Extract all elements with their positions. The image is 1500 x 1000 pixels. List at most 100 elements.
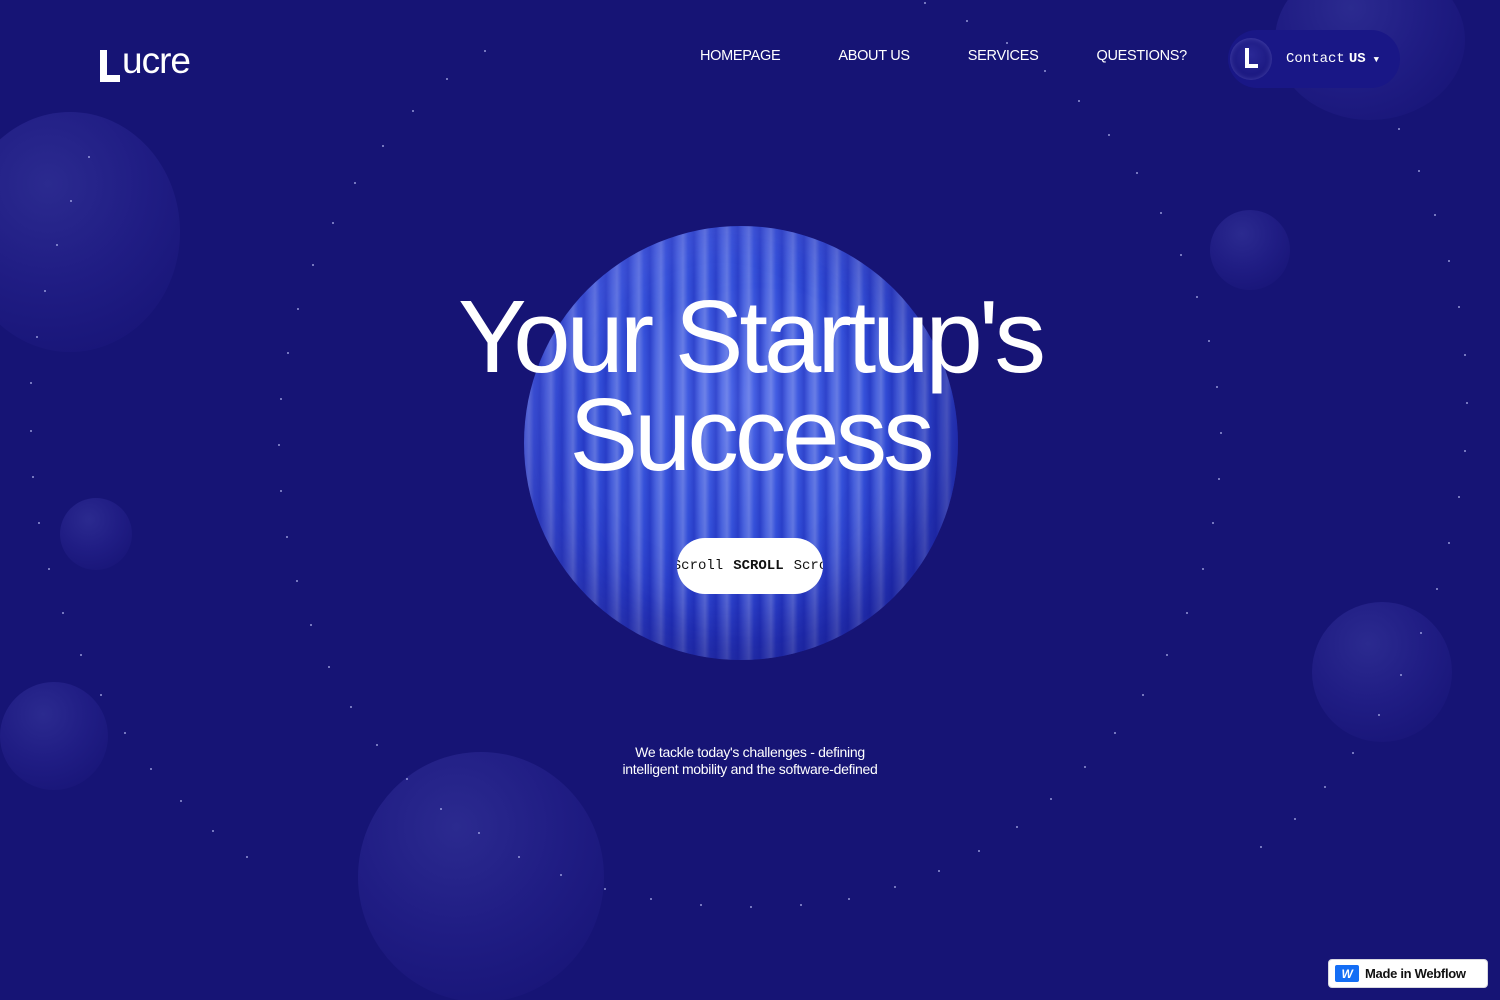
star (1400, 674, 1402, 676)
star (412, 110, 414, 112)
contact-us-button[interactable]: Contact US ▼ (1228, 30, 1400, 88)
made-in-webflow-badge[interactable]: W Made in Webflow (1328, 959, 1488, 988)
star (800, 904, 802, 906)
star (978, 850, 980, 852)
star (478, 832, 480, 834)
brand-logo[interactable]: ucre (100, 40, 191, 82)
star (1186, 612, 1188, 614)
star (1324, 786, 1326, 788)
star (350, 706, 352, 708)
star (1378, 714, 1380, 716)
hero-tagline: We tackle today's challenges - defining … (0, 744, 1500, 778)
star (560, 874, 562, 876)
logo-mark-icon (100, 50, 120, 82)
star (1180, 254, 1182, 256)
star (328, 666, 330, 668)
star (1016, 826, 1018, 828)
background-sphere (1312, 602, 1452, 742)
star (1294, 818, 1296, 820)
star (848, 898, 850, 900)
star (966, 20, 968, 22)
contact-label: Contact US ▼ (1286, 51, 1379, 67)
star (650, 898, 652, 900)
star (1142, 694, 1144, 696)
star (406, 778, 408, 780)
star (38, 522, 40, 524)
scroll-button[interactable]: Scroll SCROLL Scro (677, 538, 823, 594)
nav-about-us[interactable]: ABOUT US (838, 48, 910, 64)
scroll-text-bold: SCROLL (733, 558, 784, 574)
scroll-text: Scroll (677, 558, 724, 574)
star (1448, 260, 1450, 262)
star (280, 490, 282, 492)
star (700, 904, 702, 906)
avatar (1230, 38, 1272, 80)
star (382, 145, 384, 147)
star (1212, 522, 1214, 524)
webflow-icon: W (1335, 965, 1359, 982)
star (1420, 632, 1422, 634)
scroll-text: Scro (793, 558, 823, 574)
star (48, 568, 50, 570)
star (1260, 846, 1262, 848)
logo-text: ucre (122, 40, 191, 81)
star (310, 624, 312, 626)
nav-homepage[interactable]: HOMEPAGE (700, 48, 781, 64)
logo-mark-icon (1245, 48, 1258, 68)
star (80, 654, 82, 656)
star (1114, 732, 1116, 734)
star (1398, 128, 1400, 130)
star (938, 870, 940, 872)
tagline-line-1: We tackle today's challenges - defining (635, 744, 865, 760)
caret-down-icon: ▼ (1373, 55, 1380, 65)
star (1434, 214, 1436, 216)
star (1448, 542, 1450, 544)
star (1108, 134, 1110, 136)
star (296, 580, 298, 582)
background-sphere (1210, 210, 1290, 290)
star (1044, 70, 1046, 72)
star (62, 612, 64, 614)
star (1050, 798, 1052, 800)
star (1436, 588, 1438, 590)
hero-headline: Your Startup's Success (0, 285, 1500, 486)
star (88, 156, 90, 158)
star (212, 830, 214, 832)
main-nav: HOMEPAGE ABOUT US SERVICES QUESTIONS? (700, 48, 1245, 64)
star (484, 50, 486, 52)
star (354, 182, 356, 184)
star (1202, 568, 1204, 570)
headline-line-2: Success (569, 377, 934, 492)
star (124, 732, 126, 734)
star (518, 856, 520, 858)
star (1136, 172, 1138, 174)
contact-label-bold: US (1348, 51, 1366, 67)
star (1418, 170, 1420, 172)
star (1078, 100, 1080, 102)
star (750, 906, 752, 908)
star (924, 2, 926, 4)
star (312, 264, 314, 266)
star (1166, 654, 1168, 656)
star (446, 78, 448, 80)
star (100, 694, 102, 696)
nav-questions[interactable]: QUESTIONS? (1096, 48, 1187, 64)
star (246, 856, 248, 858)
contact-label-text: Contact (1286, 51, 1345, 67)
page: ucre HOMEPAGE ABOUT US SERVICES QUESTION… (0, 0, 1500, 1000)
star (1006, 42, 1008, 44)
nav-services[interactable]: SERVICES (968, 48, 1039, 64)
star (56, 244, 58, 246)
star (1458, 496, 1460, 498)
star (286, 536, 288, 538)
badge-label: Made in Webflow (1365, 966, 1466, 981)
star (332, 222, 334, 224)
star (1160, 212, 1162, 214)
star (70, 200, 72, 202)
star (440, 808, 442, 810)
star (894, 886, 896, 888)
star (180, 800, 182, 802)
star (604, 888, 606, 890)
tagline-line-2: intelligent mobility and the software-de… (622, 761, 878, 777)
background-sphere (358, 752, 604, 1000)
